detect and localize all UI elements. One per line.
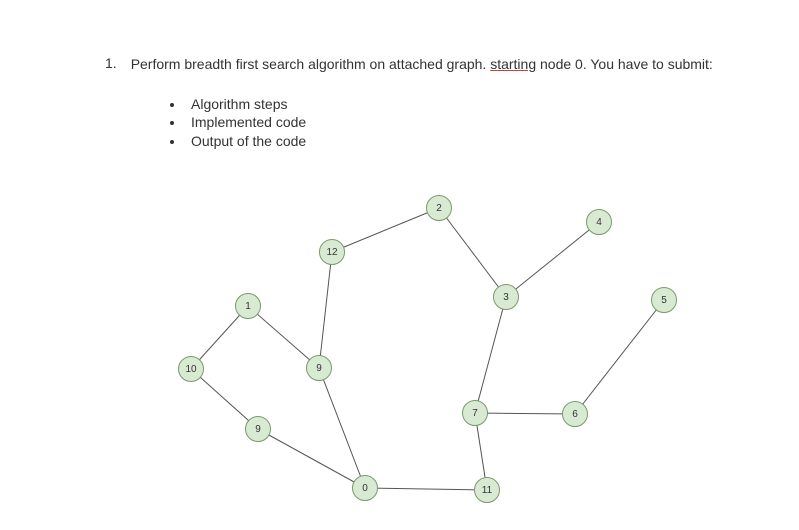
graph-node: 9 [306,355,332,381]
graph-diagram: 2 4 12 3 1 5 10 9 7 6 9 0 11 [0,0,799,530]
graph-node: 11 [474,477,500,503]
graph-edge [575,300,664,414]
graph-edge [258,429,365,488]
graph-node: 9 [245,416,271,442]
graph-node: 2 [426,195,452,221]
graph-edge [439,208,506,297]
graph-node: 1 [235,293,261,319]
graph-node: 12 [319,239,345,265]
graph-edge [319,252,332,368]
graph-node: 5 [651,287,677,313]
graph-edge [365,488,487,490]
graph-node: 4 [586,209,612,235]
graph-edge [319,368,365,488]
graph-edge [475,413,575,414]
graph-node: 7 [462,400,488,426]
graph-edge [475,297,506,413]
graph-node: 6 [562,401,588,427]
graph-node: 0 [352,475,378,501]
graph-node: 10 [178,356,204,382]
graph-edges [0,0,799,530]
graph-edge [506,222,599,297]
graph-node: 3 [493,284,519,310]
graph-edge [332,208,439,252]
